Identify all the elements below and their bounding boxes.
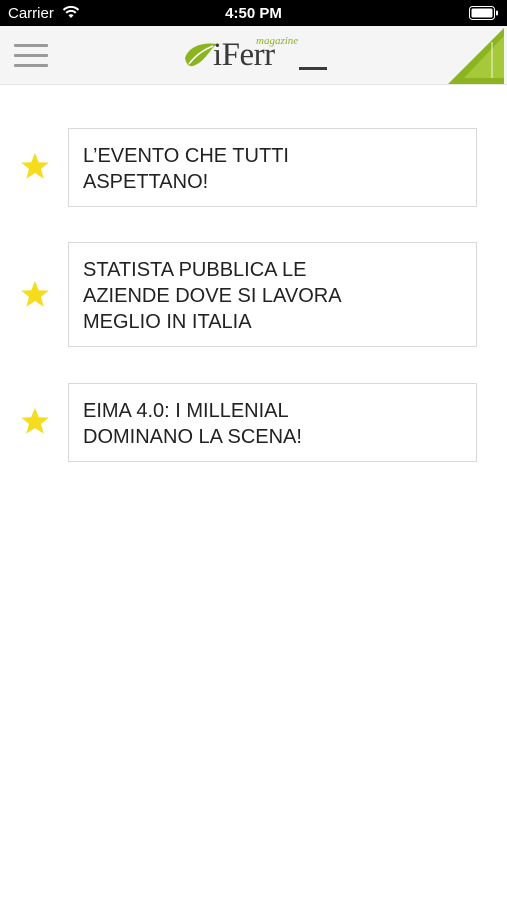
status-time: 4:50 PM <box>225 5 282 22</box>
article-title: EIMA 4.0: I MILLENIAL DOMINANO LA SCENA! <box>83 400 302 448</box>
star-icon[interactable] <box>20 279 50 309</box>
star-icon[interactable] <box>20 151 50 181</box>
article-title: L’EVENTO CHE TUTTI ASPETTANO! <box>83 145 289 193</box>
star-icon[interactable] <box>20 406 50 436</box>
logo-subtitle: magazine <box>256 35 299 47</box>
app-logo: iFerr magazine <box>183 34 333 76</box>
article-card[interactable]: EIMA 4.0: I MILLENIAL DOMINANO LA SCENA! <box>68 383 477 462</box>
green-corner-triangle-icon[interactable] <box>448 28 504 84</box>
article-card[interactable]: L’EVENTO CHE TUTTI ASPETTANO! <box>68 128 477 207</box>
status-bar: Carrier 4:50 PM <box>0 0 507 26</box>
logo-underline <box>299 67 327 70</box>
hamburger-menu-icon[interactable] <box>14 44 48 68</box>
article-title: STATISTA PUBBLICA LE AZIENDE DOVE SI LAV… <box>83 259 341 333</box>
battery-icon <box>469 6 498 20</box>
nav-bar: iFerr magazine <box>0 26 507 85</box>
article-card[interactable]: STATISTA PUBBLICA LE AZIENDE DOVE SI LAV… <box>68 242 477 347</box>
